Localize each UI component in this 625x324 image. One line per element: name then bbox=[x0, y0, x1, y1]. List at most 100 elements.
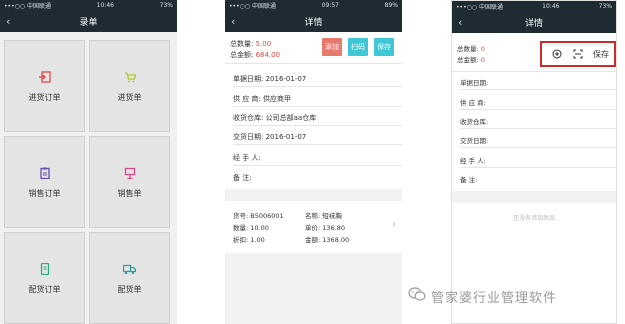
tile-distribution-bill[interactable]: 配货单 bbox=[89, 232, 170, 324]
wechat-logo-icon bbox=[408, 286, 426, 306]
bill-date-field[interactable]: 单据日期: bbox=[460, 77, 488, 87]
total-quantity-value: 0 bbox=[480, 45, 485, 53]
supplier-field[interactable]: 供 应 商: 供应商甲 bbox=[233, 94, 291, 104]
divider bbox=[233, 106, 402, 107]
empty-list-message: 还没有添加商品 bbox=[512, 215, 555, 222]
item-name-label: 名称: bbox=[305, 212, 321, 220]
page-title: 详情 bbox=[524, 19, 543, 29]
shopping-cart-icon bbox=[123, 70, 137, 84]
section-gap bbox=[225, 189, 402, 201]
clock-label: 10:46 bbox=[96, 2, 114, 9]
item-discount: 折扣: 1.00 bbox=[233, 234, 265, 244]
watermark-text: 管家婆行业管理软件 bbox=[431, 290, 558, 306]
battery-label: 89% bbox=[384, 2, 398, 9]
item-discount-label: 折扣: bbox=[233, 236, 249, 244]
divider bbox=[460, 109, 616, 110]
delivery-truck-icon bbox=[123, 262, 137, 276]
divider bbox=[233, 86, 402, 87]
tile-sales-order[interactable]: 销售订单 bbox=[4, 136, 85, 228]
product-line-item[interactable]: 货号: B5006001 名称: 短袜胸 数量: 10.00 单价: 136.8… bbox=[225, 201, 402, 253]
scan-button[interactable]: 扫码 bbox=[348, 38, 368, 56]
sales-slip-icon bbox=[123, 166, 137, 180]
item-code: 货号: B5006001 bbox=[233, 210, 284, 220]
battery-label: 73% bbox=[159, 2, 173, 9]
add-circle-icon[interactable] bbox=[550, 47, 564, 61]
empty-area bbox=[225, 253, 402, 324]
tile-inbound-order[interactable]: 进货订单 bbox=[4, 40, 85, 132]
carrier-label: •••○○ 中国联通 bbox=[229, 3, 276, 10]
delivery-date-field[interactable]: 交货日期: bbox=[460, 135, 488, 145]
status-bar: •••○○ 中国联通 10:46 73% bbox=[0, 0, 177, 11]
status-bar: •••○○ 中国联通 10:46 73% bbox=[452, 1, 616, 12]
bill-date-field[interactable]: 单据日期: 2016-01-07 bbox=[233, 74, 306, 84]
item-code-value: B5006001 bbox=[250, 212, 284, 220]
tile-label: 销售订单 bbox=[28, 188, 61, 198]
screen-detail-empty: •••○○ 中国联通 10:46 73% ‹ 详情 总数量: 0 总金额: 0 … bbox=[451, 0, 617, 324]
item-name: 名称: 短袜胸 bbox=[305, 210, 342, 220]
warehouse-field[interactable]: 收货仓库: bbox=[460, 116, 488, 126]
total-amount-value: 0 bbox=[480, 56, 485, 64]
carrier-label: •••○○ 中国联通 bbox=[456, 4, 503, 11]
item-price-value: 136.80 bbox=[322, 224, 346, 232]
divider bbox=[233, 144, 402, 145]
screen-detail-filled: •••○○ 中国联通 09:57 89% ‹ 详情 总数量: 5.00 总金额:… bbox=[225, 0, 402, 324]
remark-field[interactable]: 备 注: bbox=[460, 174, 477, 184]
divider bbox=[460, 147, 616, 148]
status-bar: •••○○ 中国联通 09:57 89% bbox=[225, 0, 402, 11]
item-name-value: 短袜胸 bbox=[322, 212, 342, 220]
total-quantity-label: 总数量: bbox=[230, 40, 254, 48]
tile-label: 进货订单 bbox=[28, 92, 61, 102]
tile-label: 进货单 bbox=[117, 92, 142, 102]
inbound-order-icon bbox=[38, 70, 52, 84]
back-chevron-icon[interactable]: ‹ bbox=[458, 16, 462, 29]
item-code-label: 货号: bbox=[233, 212, 249, 220]
watermark: 管家婆行业管理软件 bbox=[408, 286, 557, 306]
tile-distribution-order[interactable]: 配货订单 bbox=[4, 232, 85, 324]
item-amount-label: 金额: bbox=[305, 236, 321, 244]
clock-label: 10:46 bbox=[542, 3, 560, 10]
tile-inbound-bill[interactable]: 进货单 bbox=[89, 40, 170, 132]
delivery-date-field[interactable]: 交货日期: 2016-01-07 bbox=[233, 132, 306, 142]
battery-label: 73% bbox=[598, 3, 612, 10]
chevron-right-icon: › bbox=[392, 219, 396, 230]
divider bbox=[225, 63, 402, 64]
item-quantity-value: 10.00 bbox=[250, 224, 269, 232]
supplier-field[interactable]: 供 应 商: bbox=[460, 97, 486, 107]
tile-sales-bill[interactable]: 销售单 bbox=[89, 136, 170, 228]
page-title: 录单 bbox=[79, 18, 98, 28]
total-amount-value: 684.00 bbox=[255, 51, 281, 59]
save-button[interactable]: 保存 bbox=[374, 38, 394, 56]
nav-bar: ‹ 详情 bbox=[225, 11, 402, 32]
nav-bar: ‹ 详情 bbox=[452, 12, 616, 33]
total-quantity-value: 5.00 bbox=[255, 40, 272, 48]
back-chevron-icon[interactable]: ‹ bbox=[6, 15, 10, 28]
divider bbox=[233, 165, 402, 166]
carrier-label: •••○○ 中国联通 bbox=[4, 3, 51, 10]
divider bbox=[233, 125, 402, 126]
divider bbox=[452, 71, 616, 72]
save-button[interactable]: 保存 bbox=[590, 47, 612, 61]
tile-label: 配货单 bbox=[117, 284, 142, 294]
item-discount-value: 1.00 bbox=[250, 236, 265, 244]
remark-field[interactable]: 备 注: bbox=[233, 173, 252, 183]
warehouse-field[interactable]: 收货仓库: 公司总部aa仓库 bbox=[233, 113, 316, 123]
page-title: 详情 bbox=[304, 18, 323, 28]
clock-label: 09:57 bbox=[321, 2, 339, 9]
screen-entry-menu: •••○○ 中国联通 10:46 73% ‹ 录单 进货订单 进货单 销售订单 bbox=[0, 0, 177, 324]
item-amount: 金额: 1368.00 bbox=[305, 234, 349, 244]
add-button[interactable]: 添加 bbox=[322, 38, 342, 56]
handler-field[interactable]: 经 手 人: bbox=[460, 155, 486, 165]
divider bbox=[460, 128, 616, 129]
handler-field[interactable]: 经 手 人: bbox=[233, 153, 261, 163]
section-gap bbox=[452, 191, 616, 203]
total-amount-label: 总金额: bbox=[457, 56, 479, 64]
scan-frame-icon[interactable] bbox=[571, 47, 585, 61]
clipboard-icon bbox=[38, 166, 52, 180]
phone-document-icon bbox=[38, 262, 52, 276]
item-quantity: 数量: 10.00 bbox=[233, 222, 269, 232]
total-quantity-label: 总数量: bbox=[457, 45, 479, 53]
item-quantity-label: 数量: bbox=[233, 224, 249, 232]
divider bbox=[460, 167, 616, 168]
total-amount: 总金额: 0 bbox=[457, 54, 485, 64]
back-chevron-icon[interactable]: ‹ bbox=[231, 15, 235, 28]
